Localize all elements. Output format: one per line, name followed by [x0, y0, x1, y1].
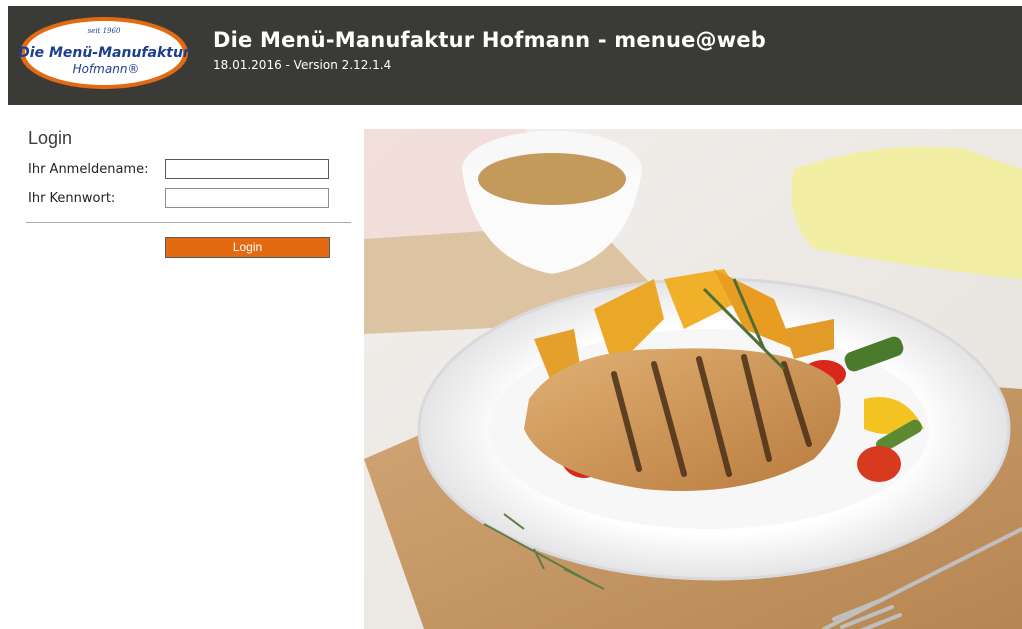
svg-text:seit 1960: seit 1960	[88, 27, 121, 35]
form-divider	[26, 222, 351, 223]
password-label: Ihr Kennwort:	[28, 191, 116, 206]
app-version: 18.01.2016 - Version 2.12.1.4	[213, 58, 392, 72]
username-input[interactable]	[165, 159, 329, 179]
header-bar: seit 1960 Die Menü-Manufaktur Hofmann® D…	[8, 6, 1022, 105]
app-title: Die Menü-Manufaktur Hofmann - menue@web	[213, 28, 767, 52]
svg-text:Hofmann®: Hofmann®	[73, 62, 140, 76]
food-photo	[364, 129, 1022, 629]
password-input[interactable]	[165, 188, 329, 208]
svg-text:Die Menü-Manufaktur: Die Menü-Manufaktur	[18, 45, 190, 61]
company-logo: seit 1960 Die Menü-Manufaktur Hofmann®	[18, 15, 190, 91]
login-heading: Login	[28, 128, 73, 148]
login-button[interactable]: Login	[165, 237, 330, 258]
username-label: Ihr Anmeldename:	[28, 162, 149, 177]
